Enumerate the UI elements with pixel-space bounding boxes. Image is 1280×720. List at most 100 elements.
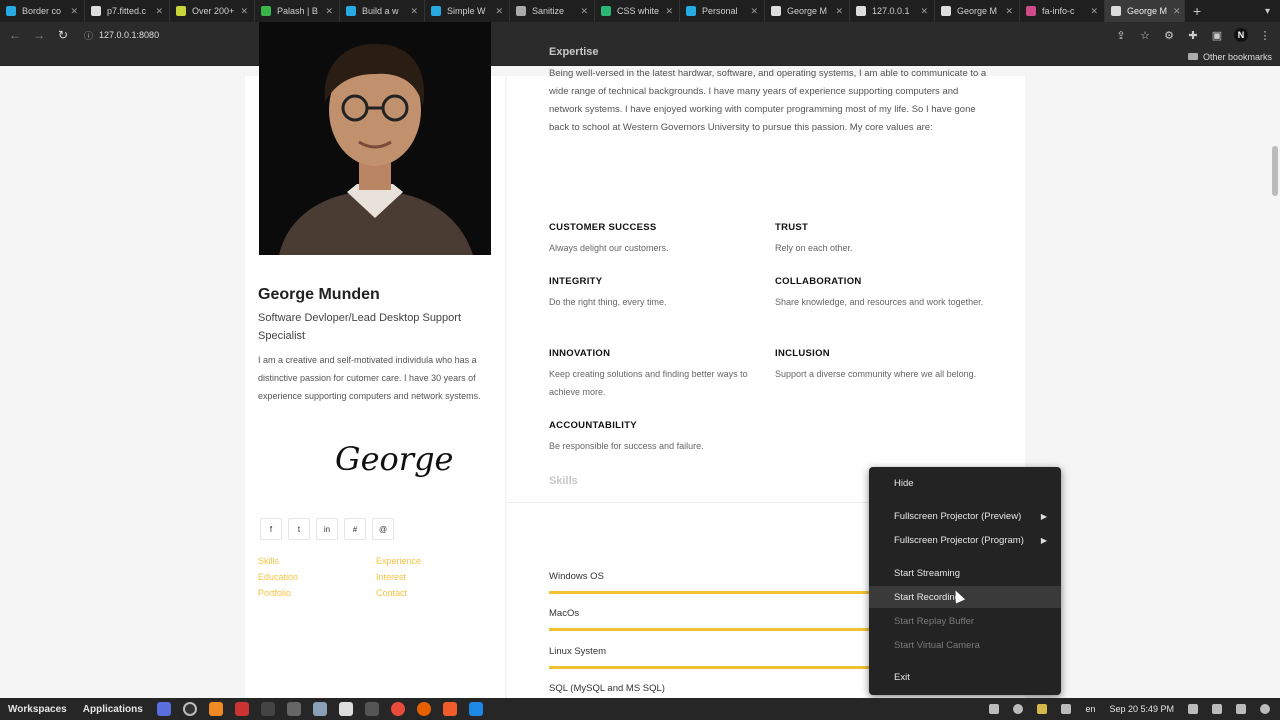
menu-item-label: Exit	[894, 671, 910, 683]
volume-icon[interactable]	[1212, 704, 1222, 714]
back-arrow-icon[interactable]: ←	[8, 28, 22, 42]
close-icon[interactable]: ✕	[835, 6, 843, 17]
browser-tab[interactable]: Over 200+ ✕	[170, 0, 255, 22]
keyboard-language[interactable]: en	[1085, 704, 1095, 714]
tab-title: Simple W	[447, 6, 486, 16]
close-icon[interactable]: ✕	[1090, 6, 1098, 17]
reload-icon[interactable]: ↻	[56, 28, 70, 42]
info-icon[interactable]: ⓘ	[84, 29, 93, 42]
tab-title: p7.fitted.c	[107, 6, 147, 16]
page-scrollbar[interactable]	[1272, 146, 1278, 196]
notification-app-icon[interactable]	[234, 702, 249, 716]
text-editor-icon[interactable]	[338, 702, 353, 716]
core-value: INTEGRITY Do the right thing, every time…	[549, 276, 759, 311]
url-field[interactable]: ⓘ 127.0.0.1:8080	[80, 25, 1104, 45]
profile-avatar[interactable]: N	[1234, 28, 1248, 42]
chrome-icon[interactable]	[390, 702, 405, 716]
wifi-icon[interactable]	[1188, 704, 1198, 714]
bookmark-star-icon[interactable]: ☆	[1138, 29, 1152, 42]
menu-dots-icon[interactable]: ⋮	[1258, 29, 1272, 42]
browser-tab[interactable]: George M ✕	[935, 0, 1020, 22]
workspaces-menu[interactable]: Workspaces	[0, 704, 75, 715]
nav-link-interest[interactable]: Interest	[376, 572, 458, 582]
browser-tab[interactable]: Build a w ✕	[340, 0, 425, 22]
tab-favicon-icon	[431, 6, 441, 16]
nav-link-experience[interactable]: Experience	[376, 556, 458, 566]
vscode-icon[interactable]	[468, 702, 483, 716]
skills-heading: Skills	[549, 475, 578, 487]
sidebar-icon[interactable]: ▣	[1210, 29, 1224, 42]
close-icon[interactable]: ✕	[665, 6, 673, 17]
browser-tab[interactable]: CSS white ✕	[595, 0, 680, 22]
share-icon[interactable]: ⇪	[1114, 29, 1128, 42]
close-icon[interactable]: ✕	[410, 6, 418, 17]
tool-icon[interactable]	[1061, 704, 1072, 714]
new-tab-button[interactable]: +	[1193, 3, 1201, 19]
core-value: INNOVATION Keep creating solutions and f…	[549, 348, 759, 401]
close-icon[interactable]: ✕	[495, 6, 503, 17]
update-icon[interactable]	[1037, 704, 1048, 714]
applications-menu[interactable]: Applications	[75, 704, 151, 715]
facebook-icon[interactable]: f	[260, 518, 282, 540]
core-value-title: COLLABORATION	[775, 276, 862, 287]
other-bookmarks[interactable]: Other bookmarks	[1203, 52, 1272, 62]
core-value-desc: Share knowledge, and resources and work …	[775, 297, 984, 307]
close-icon[interactable]: ✕	[750, 6, 758, 17]
menu-item-start-streaming[interactable]: Start Streaming	[869, 562, 1061, 584]
slack-icon[interactable]: #	[344, 518, 366, 540]
linkedin-icon[interactable]: in	[316, 518, 338, 540]
tab-favicon-icon	[856, 6, 866, 16]
browser-tab[interactable]: p7.fitted.c ✕	[85, 0, 170, 22]
obs-icon[interactable]	[182, 702, 197, 716]
browser-tab[interactable]: Personal ✕	[680, 0, 765, 22]
skill-name: MacOs	[549, 608, 580, 619]
puzzle-icon[interactable]: ✚	[1186, 29, 1200, 42]
screen-icon[interactable]	[989, 704, 1000, 714]
power-icon[interactable]	[1260, 704, 1270, 714]
browser-tab[interactable]: 127.0.0.1 ✕	[850, 0, 935, 22]
browser-tab-active[interactable]: George M ✕	[1105, 0, 1185, 22]
dribbble-icon[interactable]: @	[372, 518, 394, 540]
close-icon[interactable]: ✕	[1173, 6, 1181, 17]
menu-item-fullscreen-preview[interactable]: Fullscreen Projector (Preview) ▶	[869, 505, 1061, 527]
nav-link-portfolio[interactable]: Portfolio	[258, 588, 376, 598]
brave-icon[interactable]	[442, 702, 457, 716]
profile-photo	[259, 22, 491, 255]
clock[interactable]: Sep 20 5:49 PM	[1109, 704, 1174, 714]
menu-item-exit[interactable]: Exit	[869, 666, 1061, 688]
extension-icon[interactable]: ⚙	[1162, 29, 1176, 42]
core-value: CUSTOMER SUCCESS Always delight our cust…	[549, 222, 759, 257]
browser-tab[interactable]: Border co ✕	[0, 0, 85, 22]
terminal-icon[interactable]	[260, 702, 275, 716]
close-icon[interactable]: ✕	[1005, 6, 1013, 17]
menu-item-fullscreen-program[interactable]: Fullscreen Projector (Program) ▶	[869, 529, 1061, 551]
browser-tab[interactable]: fa-info-c ✕	[1020, 0, 1105, 22]
close-icon[interactable]: ✕	[70, 6, 78, 17]
window-controls[interactable]: ▾	[1265, 6, 1280, 17]
menu-item-start-recording[interactable]: Start Recording	[869, 586, 1061, 608]
close-icon[interactable]: ✕	[155, 6, 163, 17]
nav-link-skills[interactable]: Skills	[258, 556, 376, 566]
close-icon[interactable]: ✕	[920, 6, 928, 17]
battery-icon[interactable]	[1236, 704, 1246, 714]
browser-tab[interactable]: Simple W ✕	[425, 0, 510, 22]
browser-tab[interactable]: George M ✕	[765, 0, 850, 22]
console-icon[interactable]	[364, 702, 379, 716]
forward-arrow-icon[interactable]: →	[32, 28, 46, 42]
firefox-icon[interactable]	[416, 702, 431, 716]
browser-tab[interactable]: Palash | B ✕	[255, 0, 340, 22]
screenshot-icon[interactable]	[286, 702, 301, 716]
close-icon[interactable]: ✕	[580, 6, 588, 17]
files-icon[interactable]	[312, 702, 327, 716]
twitter-icon[interactable]: t	[288, 518, 310, 540]
obs-tray-icon[interactable]	[1013, 704, 1024, 714]
vscode-like-app-icon[interactable]	[156, 702, 171, 716]
close-icon[interactable]: ✕	[240, 6, 248, 17]
nav-link-education[interactable]: Education	[258, 572, 376, 582]
browser-tab[interactable]: Sanitize ✕	[510, 0, 595, 22]
close-icon[interactable]: ✕	[325, 6, 333, 17]
vlc-icon[interactable]	[208, 702, 223, 716]
submenu-arrow-icon: ▶	[1040, 535, 1047, 545]
nav-link-contact[interactable]: Contact	[376, 588, 458, 598]
menu-item-hide[interactable]: Hide	[869, 472, 1061, 494]
